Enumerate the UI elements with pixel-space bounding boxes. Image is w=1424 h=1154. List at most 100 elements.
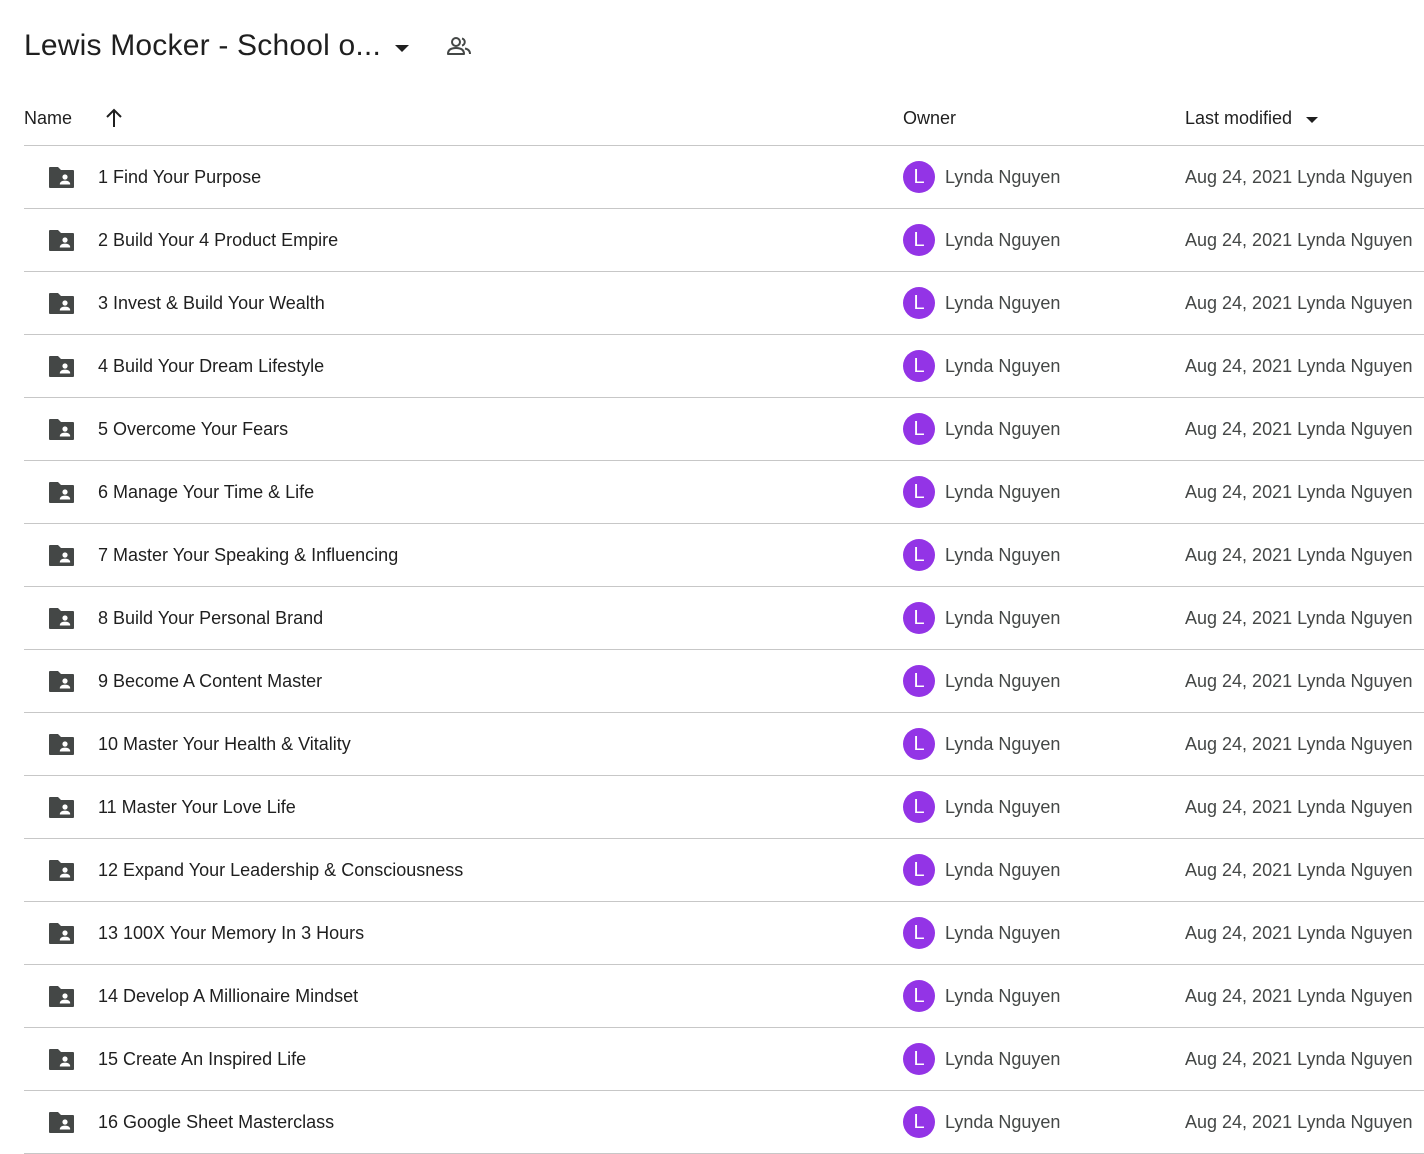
folder-title: Lewis Mocker - School o... [24,29,381,62]
owner-avatar[interactable]: L [903,161,935,193]
shared-folder-icon [49,482,74,503]
file-name[interactable]: 2 Build Your 4 Product Empire [98,209,338,271]
shared-folder-icon [49,986,74,1007]
file-row[interactable]: 2 Build Your 4 Product Empire L Lynda Ng… [24,209,1424,272]
file-name[interactable]: 5 Overcome Your Fears [98,398,288,460]
file-name[interactable]: 11 Master Your Love Life [98,776,296,838]
file-list: 1 Find Your Purpose L Lynda Nguyen Aug 2… [24,146,1424,1154]
owner-name: Lynda Nguyen [945,986,1061,1006]
shared-folder-icon [49,671,74,692]
arrow-up-icon[interactable] [104,107,124,129]
last-modified: Aug 24, 2021 Lynda Nguyen [1185,293,1413,313]
last-modified: Aug 24, 2021 Lynda Nguyen [1185,734,1413,754]
column-header-last-modified[interactable]: Last modified [1185,92,1319,145]
file-name[interactable]: 12 Expand Your Leadership & Consciousnes… [98,839,463,901]
caret-down-icon [1306,116,1319,123]
file-name[interactable]: 15 Create An Inspired Life [98,1028,306,1090]
file-row[interactable]: 11 Master Your Love Life L Lynda Nguyen … [24,776,1424,839]
owner-name: Lynda Nguyen [945,860,1061,880]
owner-avatar[interactable]: L [903,413,935,445]
owner-name: Lynda Nguyen [945,671,1061,691]
column-header-last-modified-label: Last modified [1185,108,1293,128]
file-row[interactable]: 13 100X Your Memory In 3 Hours L Lynda N… [24,902,1424,965]
file-name[interactable]: 1 Find Your Purpose [98,146,261,208]
file-name[interactable]: 10 Master Your Health & Vitality [98,713,351,775]
owner-avatar[interactable]: L [903,980,935,1012]
file-name[interactable]: 6 Manage Your Time & Life [98,461,314,523]
owner-avatar[interactable]: L [903,1106,935,1138]
file-row[interactable]: 16 Google Sheet Masterclass L Lynda Nguy… [24,1091,1424,1154]
owner-avatar[interactable]: L [903,917,935,949]
owner-name: Lynda Nguyen [945,545,1061,565]
last-modified: Aug 24, 2021 Lynda Nguyen [1185,608,1413,628]
last-modified: Aug 24, 2021 Lynda Nguyen [1185,482,1413,502]
folder-title-dropdown[interactable]: Lewis Mocker - School o... [24,26,409,66]
file-name[interactable]: 14 Develop A Millionaire Mindset [98,965,358,1027]
owner-name: Lynda Nguyen [945,230,1061,250]
file-row[interactable]: 3 Invest & Build Your Wealth L Lynda Ngu… [24,272,1424,335]
shared-folder-icon [49,1112,74,1133]
owner-name: Lynda Nguyen [945,293,1061,313]
last-modified: Aug 24, 2021 Lynda Nguyen [1185,1049,1413,1069]
column-header-row: Name Owner Last modified [24,92,1424,146]
last-modified: Aug 24, 2021 Lynda Nguyen [1185,419,1413,439]
last-modified: Aug 24, 2021 Lynda Nguyen [1185,230,1413,250]
shared-folder-icon [49,797,74,818]
file-name[interactable]: 7 Master Your Speaking & Influencing [98,524,398,586]
owner-avatar[interactable]: L [903,728,935,760]
owner-avatar[interactable]: L [903,476,935,508]
file-row[interactable]: 15 Create An Inspired Life L Lynda Nguye… [24,1028,1424,1091]
shared-folder-icon [49,923,74,944]
file-row[interactable]: 14 Develop A Millionaire Mindset L Lynda… [24,965,1424,1028]
shared-folder-icon [49,419,74,440]
last-modified: Aug 24, 2021 Lynda Nguyen [1185,1112,1413,1132]
file-name[interactable]: 8 Build Your Personal Brand [98,587,323,649]
owner-avatar[interactable]: L [903,791,935,823]
file-name[interactable]: 16 Google Sheet Masterclass [98,1091,334,1153]
owner-avatar[interactable]: L [903,287,935,319]
shared-folder-icon [49,293,74,314]
file-row[interactable]: 10 Master Your Health & Vitality L Lynda… [24,713,1424,776]
owner-avatar[interactable]: L [903,602,935,634]
chevron-down-icon [395,44,409,52]
owner-name: Lynda Nguyen [945,167,1061,187]
file-name[interactable]: 9 Become A Content Master [98,650,322,712]
file-row[interactable]: 9 Become A Content Master L Lynda Nguyen… [24,650,1424,713]
owner-name: Lynda Nguyen [945,1112,1061,1132]
file-row[interactable]: 7 Master Your Speaking & Influencing L L… [24,524,1424,587]
owner-avatar[interactable]: L [903,1043,935,1075]
shared-folder-icon [49,230,74,251]
shared-folder-icon [49,356,74,377]
last-modified: Aug 24, 2021 Lynda Nguyen [1185,356,1413,376]
file-row[interactable]: 12 Expand Your Leadership & Consciousnes… [24,839,1424,902]
file-row[interactable]: 8 Build Your Personal Brand L Lynda Nguy… [24,587,1424,650]
file-name[interactable]: 4 Build Your Dream Lifestyle [98,335,324,397]
last-modified: Aug 24, 2021 Lynda Nguyen [1185,671,1413,691]
file-row[interactable]: 5 Overcome Your Fears L Lynda Nguyen Aug… [24,398,1424,461]
shared-folder-icon [49,608,74,629]
folder-header: Lewis Mocker - School o... [0,0,1424,92]
owner-name: Lynda Nguyen [945,923,1061,943]
last-modified: Aug 24, 2021 Lynda Nguyen [1185,545,1413,565]
owner-name: Lynda Nguyen [945,1049,1061,1069]
file-name[interactable]: 13 100X Your Memory In 3 Hours [98,902,364,964]
owner-name: Lynda Nguyen [945,356,1061,376]
file-row[interactable]: 1 Find Your Purpose L Lynda Nguyen Aug 2… [24,146,1424,209]
owner-name: Lynda Nguyen [945,797,1061,817]
last-modified: Aug 24, 2021 Lynda Nguyen [1185,923,1413,943]
owner-avatar[interactable]: L [903,224,935,256]
owner-avatar[interactable]: L [903,854,935,886]
people-icon[interactable] [446,34,472,58]
column-header-owner[interactable]: Owner [903,92,956,145]
last-modified: Aug 24, 2021 Lynda Nguyen [1185,167,1413,187]
owner-avatar[interactable]: L [903,350,935,382]
file-row[interactable]: 4 Build Your Dream Lifestyle L Lynda Ngu… [24,335,1424,398]
file-name[interactable]: 3 Invest & Build Your Wealth [98,272,325,334]
owner-avatar[interactable]: L [903,539,935,571]
shared-folder-icon [49,1049,74,1070]
owner-name: Lynda Nguyen [945,482,1061,502]
column-header-name[interactable]: Name [24,92,72,145]
owner-avatar[interactable]: L [903,665,935,697]
owner-name: Lynda Nguyen [945,608,1061,628]
file-row[interactable]: 6 Manage Your Time & Life L Lynda Nguyen… [24,461,1424,524]
